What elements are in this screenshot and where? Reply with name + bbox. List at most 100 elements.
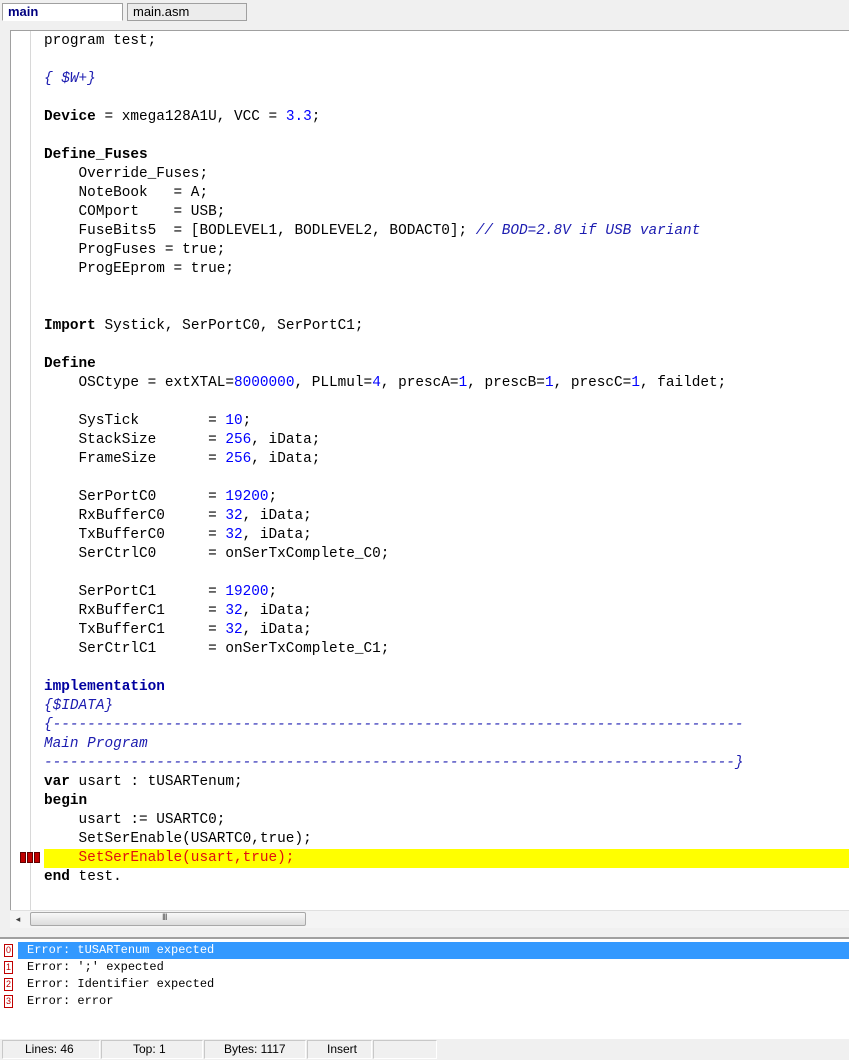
code-token: 32 bbox=[225, 508, 243, 524]
code-line[interactable]: TxBufferC1 = 32, iData; bbox=[44, 621, 312, 640]
code-token: ; bbox=[242, 413, 252, 429]
code-token: Override_Fuses; bbox=[44, 166, 209, 182]
code-token: FrameSize = bbox=[44, 451, 226, 467]
code-token: ProgEEprom = true; bbox=[44, 261, 234, 277]
code-line[interactable]: COMport = USB; bbox=[44, 203, 226, 222]
code-token: end bbox=[44, 869, 70, 885]
code-line[interactable]: FuseBits5 = [BODLEVEL1, BODLEVEL2, BODAC… bbox=[44, 222, 701, 241]
tab-main[interactable]: main bbox=[2, 3, 123, 21]
code-token: Systick, SerPortC0, SerPortC1; bbox=[95, 318, 364, 334]
code-line[interactable]: program test; bbox=[44, 32, 156, 51]
code-token: OSCtype = extXTAL= bbox=[44, 375, 234, 391]
code-token: 19200 bbox=[225, 489, 269, 505]
code-line[interactable]: SerPortC1 = 19200; bbox=[44, 583, 278, 602]
code-token: SerPortC1 = bbox=[44, 584, 226, 600]
code-line[interactable]: Define_Fuses bbox=[44, 146, 148, 165]
code-token: , prescA= bbox=[380, 375, 459, 391]
code-token: 32 bbox=[225, 527, 243, 543]
code-editor[interactable]: program test; { $W+} Device = xmega128A1U,… bbox=[10, 30, 849, 911]
code-token: var bbox=[44, 774, 70, 790]
scrollbar-grip-icon: III bbox=[162, 912, 167, 922]
code-line[interactable]: end test. bbox=[44, 868, 122, 887]
code-line[interactable]: OSCtype = extXTAL=8000000, PLLmul=4, pre… bbox=[44, 374, 727, 393]
code-token: SysTick = bbox=[44, 413, 226, 429]
code-line[interactable]: {---------------------------------------… bbox=[44, 716, 744, 735]
tab-main-asm[interactable]: main.asm bbox=[127, 3, 247, 21]
error-number-icon: 2 bbox=[4, 978, 13, 991]
status-extra bbox=[373, 1040, 437, 1059]
code-line[interactable]: SerCtrlC1 = onSerTxComplete_C1; bbox=[44, 640, 390, 659]
scrollbar-thumb[interactable]: III bbox=[30, 912, 306, 926]
code-line[interactable]: usart := USARTC0; bbox=[44, 811, 226, 830]
code-token: = xmega128A1U, VCC = bbox=[95, 109, 286, 125]
code-line[interactable]: TxBufferC0 = 32, iData; bbox=[44, 526, 312, 545]
error-code-line[interactable]: SetSerEnable(usart,true); bbox=[44, 849, 295, 868]
code-line[interactable]: begin bbox=[44, 792, 87, 811]
code-token: RxBufferC1 = bbox=[44, 603, 226, 619]
code-line[interactable]: {$IDATA} bbox=[44, 697, 113, 716]
code-token: 8000000 bbox=[234, 375, 295, 391]
code-line[interactable]: Main Program bbox=[44, 735, 148, 754]
code-line[interactable]: Import Systick, SerPortC0, SerPortC1; bbox=[44, 317, 364, 336]
code-line[interactable]: var usart : tUSARTenum; bbox=[44, 773, 243, 792]
error-list-item[interactable]: 2 Error: Identifier expected bbox=[0, 976, 849, 993]
error-list-item[interactable]: 1 Error: ';' expected bbox=[0, 959, 849, 976]
code-line[interactable]: RxBufferC1 = 32, iData; bbox=[44, 602, 312, 621]
code-token: 19200 bbox=[225, 584, 269, 600]
code-token: implementation bbox=[44, 679, 165, 695]
code-line[interactable]: SetSerEnable(USARTC0,true); bbox=[44, 830, 312, 849]
code-token: ; bbox=[268, 489, 278, 505]
code-line[interactable]: Define bbox=[44, 355, 96, 374]
code-token: ; bbox=[311, 109, 321, 125]
error-list-item[interactable]: 0 Error: tUSARTenum expected bbox=[0, 942, 849, 959]
code-token: { $W+} bbox=[44, 71, 96, 87]
scroll-left-arrow-icon[interactable]: ◂ bbox=[12, 913, 24, 925]
code-token: ProgFuses = true; bbox=[44, 242, 226, 258]
code-token: {---------------------------------------… bbox=[44, 717, 744, 733]
code-token: ----------------------------------------… bbox=[44, 755, 744, 771]
code-token: NoteBook = A; bbox=[44, 185, 209, 201]
status-top: Top: 1 bbox=[101, 1040, 203, 1059]
code-token: begin bbox=[44, 793, 88, 809]
code-token: 3.3 bbox=[285, 109, 312, 125]
code-line[interactable]: implementation bbox=[44, 678, 165, 697]
error-message: Error: ';' expected bbox=[27, 960, 164, 974]
status-lines: Lines: 46 bbox=[2, 1040, 100, 1059]
code-line[interactable]: SerCtrlC0 = onSerTxComplete_C0; bbox=[44, 545, 390, 564]
code-line[interactable]: FrameSize = 256, iData; bbox=[44, 450, 321, 469]
error-list-item[interactable]: 3 Error: error bbox=[0, 993, 849, 1010]
error-number-icon: 3 bbox=[4, 995, 13, 1008]
code-token: , iData; bbox=[242, 508, 312, 524]
code-token: TxBufferC1 = bbox=[44, 622, 226, 638]
error-message: Error: Identifier expected bbox=[27, 977, 215, 991]
code-line[interactable]: SerPortC0 = 19200; bbox=[44, 488, 278, 507]
horizontal-scrollbar[interactable]: ◂ III bbox=[10, 910, 849, 928]
code-token: SerPortC0 = bbox=[44, 489, 226, 505]
error-message: Error: tUSARTenum expected bbox=[18, 942, 849, 959]
code-token: , iData; bbox=[242, 603, 312, 619]
editor-gutter[interactable] bbox=[11, 31, 31, 911]
code-token: StackSize = bbox=[44, 432, 226, 448]
code-line[interactable]: ----------------------------------------… bbox=[44, 754, 744, 773]
code-token: 1 bbox=[544, 375, 554, 391]
status-mode: Insert bbox=[307, 1040, 372, 1059]
code-line[interactable]: RxBufferC0 = 32, iData; bbox=[44, 507, 312, 526]
code-token: , PLLmul= bbox=[294, 375, 373, 391]
status-bytes: Bytes: 1117 bbox=[204, 1040, 306, 1059]
code-line[interactable]: ProgFuses = true; bbox=[44, 241, 226, 260]
code-token: Define_Fuses bbox=[44, 147, 148, 163]
code-line[interactable]: SysTick = 10; bbox=[44, 412, 252, 431]
code-line[interactable]: Override_Fuses; bbox=[44, 165, 209, 184]
code-line[interactable]: StackSize = 256, iData; bbox=[44, 431, 321, 450]
code-line[interactable]: NoteBook = A; bbox=[44, 184, 209, 203]
code-token: // BOD=2.8V if USB variant bbox=[475, 223, 701, 239]
code-token: 32 bbox=[225, 603, 243, 619]
code-line[interactable]: { $W+} bbox=[44, 70, 96, 89]
code-token: program test; bbox=[44, 33, 157, 49]
code-token: Device bbox=[44, 109, 96, 125]
error-messages-panel: 0 Error: tUSARTenum expected 1 Error: ';' e… bbox=[0, 937, 849, 1039]
code-line[interactable]: ProgEEprom = true; bbox=[44, 260, 234, 279]
code-token: SetSerEnable(USARTC0,true); bbox=[44, 831, 312, 847]
code-line[interactable]: Device = xmega128A1U, VCC = 3.3; bbox=[44, 108, 320, 127]
error-marker-icon bbox=[20, 852, 41, 863]
